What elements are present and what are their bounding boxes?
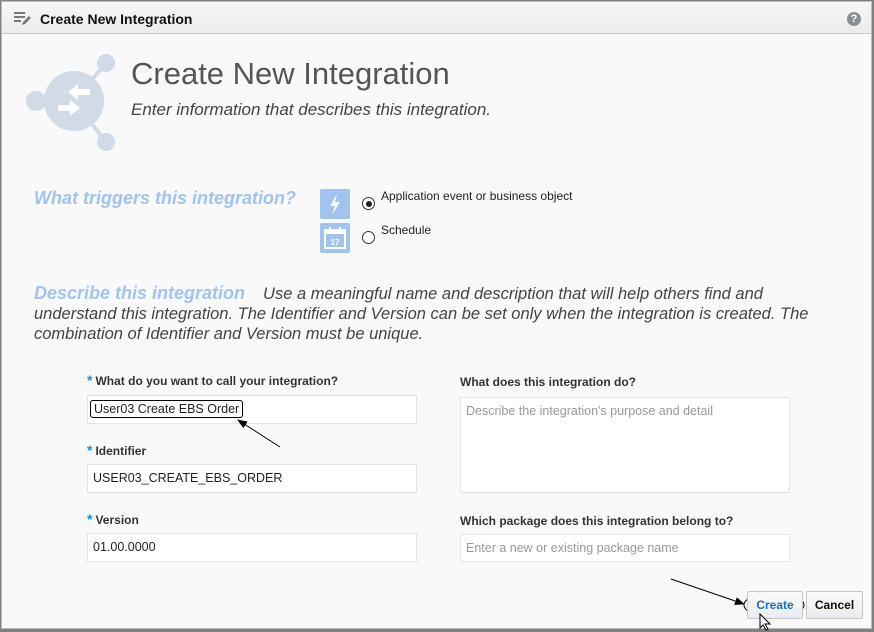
mouse-cursor-icon [759,613,772,631]
create-button[interactable]: Create [747,591,803,619]
create-integration-dialog: Create New Integration ? Create New Inte… [1,1,872,631]
annotation-arrows [237,419,805,618]
cancel-button[interactable]: Cancel [806,591,863,619]
